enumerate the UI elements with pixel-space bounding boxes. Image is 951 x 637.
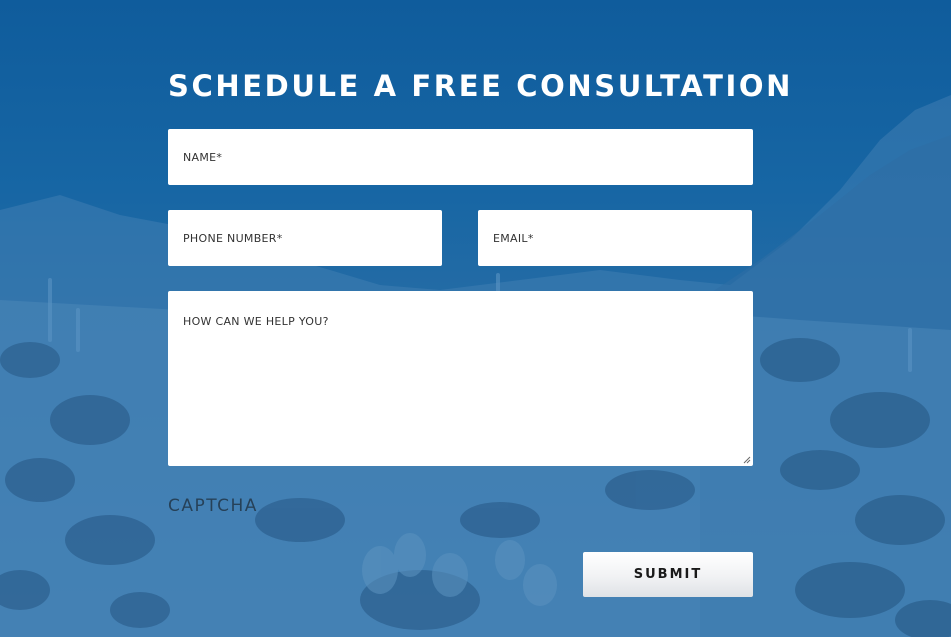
resize-handle-icon[interactable] [743,456,751,464]
email-placeholder: EMAIL* [493,231,534,245]
captcha-label: CAPTCHA [168,496,258,516]
email-field[interactable]: EMAIL* [478,210,752,266]
phone-number-field[interactable]: PHONE NUMBER* [168,210,442,266]
message-placeholder: HOW CAN WE HELP YOU? [183,315,329,328]
form-title: SCHEDULE A FREE CONSULTATION [168,69,793,103]
submit-button[interactable]: SUBMIT [583,552,753,597]
name-placeholder: NAME* [183,150,223,164]
consultation-form: SCHEDULE A FREE CONSULTATION NAME* PHONE… [168,66,793,597]
message-textarea[interactable]: HOW CAN WE HELP YOU? [168,291,753,466]
name-field[interactable]: NAME* [168,129,753,185]
phone-number-placeholder: PHONE NUMBER* [183,231,283,245]
